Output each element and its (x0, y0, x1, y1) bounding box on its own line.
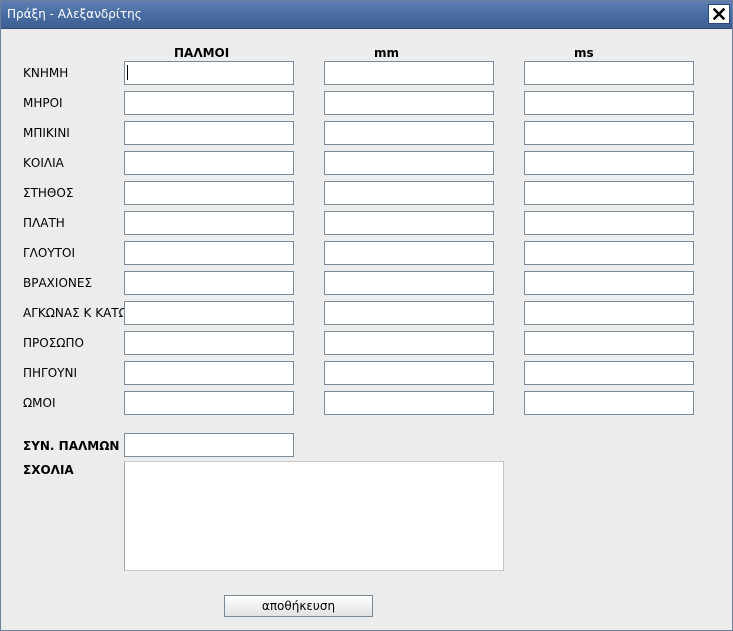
total-pulses-label: ΣΥΝ. ΠΑΛΜΩΝ (23, 439, 120, 453)
stithos-pulses-input[interactable] (124, 181, 294, 205)
prosopo-ms-input[interactable] (524, 331, 694, 355)
comments-label: ΣΧΟΛΙΑ (23, 463, 74, 477)
vrachiones-ms-input[interactable] (524, 271, 694, 295)
knimi-ms-input[interactable] (524, 61, 694, 85)
save-button[interactable]: αποθήκευση (224, 595, 373, 617)
gloutoi-ms-input[interactable] (524, 241, 694, 265)
koilia-ms-input[interactable] (524, 151, 694, 175)
omoi-pulses-input[interactable] (124, 391, 294, 415)
omoi-mm-input[interactable] (324, 391, 494, 415)
agkonas-pulses-input[interactable] (124, 301, 294, 325)
close-icon (713, 8, 725, 20)
row-label-agkonas: ΑΓΚΩΝΑΣ Κ ΚΑΤΩ (23, 306, 128, 320)
row-label-stithos: ΣΤΗΘΟΣ (23, 186, 74, 200)
plati-pulses-input[interactable] (124, 211, 294, 235)
column-header-mm: mm (374, 46, 400, 60)
omoi-ms-input[interactable] (524, 391, 694, 415)
agkonas-ms-input[interactable] (524, 301, 694, 325)
miroi-pulses-input[interactable] (124, 91, 294, 115)
gloutoi-pulses-input[interactable] (124, 241, 294, 265)
knimi-pulses-input[interactable] (124, 61, 294, 85)
row-label-prosopo: ΠΡΟΣΩΠΟ (23, 336, 84, 350)
row-label-plati: ΠΛΑΤΗ (23, 216, 65, 230)
text-caret (127, 65, 128, 80)
row-label-pigouni: ΠΗΓΟΥΝΙ (23, 366, 78, 380)
gloutoi-mm-input[interactable] (324, 241, 494, 265)
prosopo-pulses-input[interactable] (124, 331, 294, 355)
title-bar[interactable]: Πράξη - Αλεξανδρίτης (1, 1, 732, 29)
bikini-ms-input[interactable] (524, 121, 694, 145)
bikini-pulses-input[interactable] (124, 121, 294, 145)
row-label-bikini: ΜΠΙΚΙΝΙ (23, 126, 70, 140)
stithos-ms-input[interactable] (524, 181, 694, 205)
prosopo-mm-input[interactable] (324, 331, 494, 355)
bikini-mm-input[interactable] (324, 121, 494, 145)
total-pulses-input[interactable] (124, 433, 294, 457)
dialog-window: Πράξη - Αλεξανδρίτης ΠΑΛΜΟΙ mm ms ΚΝΗΜΗ … (0, 0, 733, 631)
knimi-mm-input[interactable] (324, 61, 494, 85)
agkonas-mm-input[interactable] (324, 301, 494, 325)
comments-textarea[interactable] (124, 461, 504, 571)
miroi-ms-input[interactable] (524, 91, 694, 115)
row-label-vrachiones: ΒΡΑΧΙΟΝΕΣ (23, 276, 93, 290)
stithos-mm-input[interactable] (324, 181, 494, 205)
plati-mm-input[interactable] (324, 211, 494, 235)
vrachiones-mm-input[interactable] (324, 271, 494, 295)
pigouni-mm-input[interactable] (324, 361, 494, 385)
vrachiones-pulses-input[interactable] (124, 271, 294, 295)
miroi-mm-input[interactable] (324, 91, 494, 115)
pigouni-ms-input[interactable] (524, 361, 694, 385)
plati-ms-input[interactable] (524, 211, 694, 235)
column-header-pulses: ΠΑΛΜΟΙ (174, 46, 230, 60)
pigouni-pulses-input[interactable] (124, 361, 294, 385)
column-header-ms: ms (574, 46, 594, 60)
row-label-knimi: ΚΝΗΜΗ (23, 66, 69, 80)
close-button[interactable] (708, 4, 730, 24)
row-label-miroi: ΜΗΡΟΙ (23, 96, 63, 110)
row-label-omoi: ΩΜΟΙ (23, 396, 56, 410)
koilia-pulses-input[interactable] (124, 151, 294, 175)
row-label-koilia: ΚΟΙΛΙΑ (23, 156, 64, 170)
row-label-gloutoi: ΓΛΟΥΤΟΙ (23, 246, 75, 260)
window-title: Πράξη - Αλεξανδρίτης (7, 7, 142, 21)
koilia-mm-input[interactable] (324, 151, 494, 175)
